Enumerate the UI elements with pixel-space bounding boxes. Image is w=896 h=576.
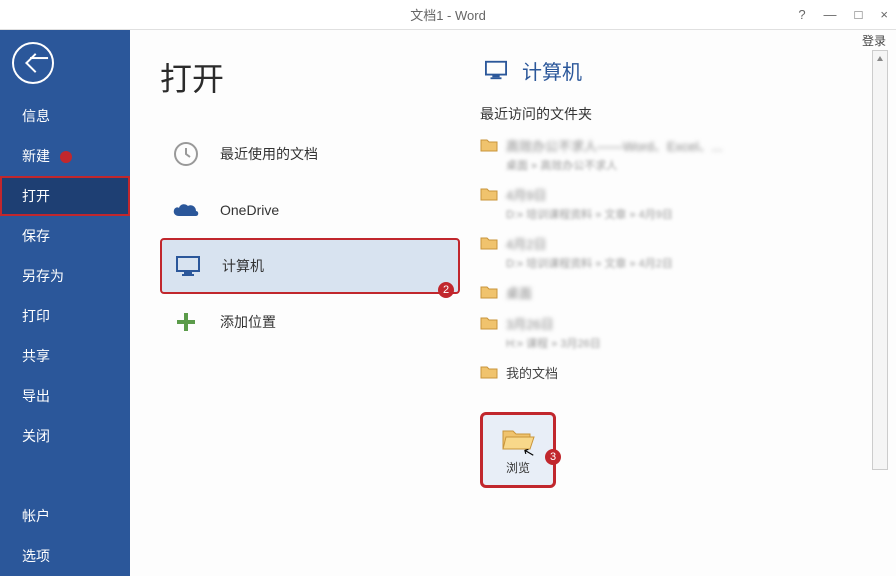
sidebar-item-export[interactable]: 导出	[0, 376, 130, 416]
folder-icon	[480, 316, 498, 330]
sidebar-item-account[interactable]: 帐户	[0, 496, 130, 536]
folder-item[interactable]: 桌面	[480, 281, 866, 304]
folder-icon	[480, 138, 498, 152]
browse-button[interactable]: 浏览 ↖ 3	[480, 412, 556, 488]
folder-item[interactable]: 3月26日H:» 课程 » 3月26日	[480, 312, 866, 353]
folder-item[interactable]: 高效办公不求人——Word、Excel、...桌面 » 高效办公不求人	[480, 134, 866, 175]
back-button[interactable]	[12, 42, 54, 84]
folder-item[interactable]: 我的文档	[480, 361, 866, 384]
sidebar-item-print[interactable]: 打印	[0, 296, 130, 336]
folder-item[interactable]: 4月9日D:» 培训课程资料 » 文章 » 4月9日	[480, 183, 866, 224]
plus-icon	[170, 306, 202, 338]
backstage-sidebar: 信息 新建 打开 保存 另存为 打印 共享 导出 关闭 帐户 选项	[0, 30, 130, 576]
recent-folder-list: 高效办公不求人——Word、Excel、...桌面 » 高效办公不求人 4月9日…	[480, 134, 866, 384]
sidebar-item-close[interactable]: 关闭	[0, 416, 130, 456]
location-label: 计算机	[222, 256, 264, 276]
folder-icon	[480, 187, 498, 201]
minimize-button[interactable]: —	[824, 7, 837, 22]
sidebar-item-share[interactable]: 共享	[0, 336, 130, 376]
sidebar-item-label: 新建	[22, 148, 50, 164]
main-area: 信息 新建 打开 保存 另存为 打印 共享 导出 关闭 帐户 选项 打开 最近使…	[0, 30, 896, 576]
details-title: 计算机	[522, 56, 582, 85]
window-controls: ? — □ ×	[798, 7, 888, 22]
location-add[interactable]: 添加位置	[160, 294, 460, 350]
sidebar-item-open[interactable]: 打开	[0, 176, 130, 216]
sidebar-item-info[interactable]: 信息	[0, 96, 130, 136]
location-recent[interactable]: 最近使用的文档	[160, 126, 460, 182]
window-title: 文档1 - Word	[410, 5, 486, 24]
details-column: 计算机 最近访问的文件夹 高效办公不求人——Word、Excel、...桌面 »…	[470, 30, 896, 576]
page-title: 打开	[160, 54, 460, 100]
sidebar-item-save[interactable]: 保存	[0, 216, 130, 256]
annotation-badge-3: 3	[545, 449, 561, 465]
location-onedrive[interactable]: OneDrive	[160, 182, 460, 238]
restore-button[interactable]: □	[855, 7, 863, 22]
location-label: OneDrive	[220, 202, 279, 218]
recent-folders-label: 最近访问的文件夹	[480, 104, 866, 124]
help-button[interactable]: ?	[798, 7, 805, 22]
folder-icon	[480, 365, 498, 379]
folder-icon	[480, 236, 498, 250]
location-label: 最近使用的文档	[220, 144, 318, 164]
annotation-badge-1	[60, 151, 72, 163]
clock-icon	[170, 138, 202, 170]
folder-icon	[480, 285, 498, 299]
location-computer[interactable]: 计算机 2	[160, 238, 460, 294]
scrollbar[interactable]	[872, 50, 888, 470]
back-arrow-icon	[25, 53, 45, 73]
location-label: 添加位置	[220, 312, 276, 332]
sidebar-item-new[interactable]: 新建	[0, 136, 130, 176]
computer-icon	[480, 54, 512, 86]
locations-column: 打开 最近使用的文档 OneDrive 计算机 2	[130, 30, 470, 576]
titlebar: 文档1 - Word ? — □ ×	[0, 0, 896, 30]
computer-icon	[172, 250, 204, 282]
content-area: 打开 最近使用的文档 OneDrive 计算机 2	[130, 30, 896, 576]
details-header: 计算机	[480, 54, 866, 86]
sidebar-item-options[interactable]: 选项	[0, 536, 130, 576]
scroll-up-icon[interactable]	[876, 55, 884, 63]
close-button[interactable]: ×	[880, 7, 888, 22]
sidebar-item-saveas[interactable]: 另存为	[0, 256, 130, 296]
cloud-icon	[170, 194, 202, 226]
folder-item[interactable]: 4月2日D:» 培训课程资料 » 文章 » 4月2日	[480, 232, 866, 273]
